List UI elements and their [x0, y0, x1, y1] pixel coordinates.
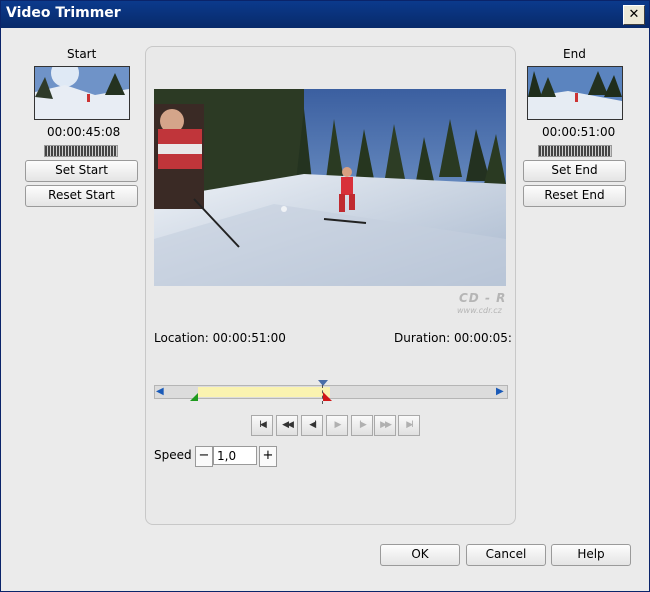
playhead-line	[322, 385, 325, 404]
scroll-left-arrow-icon[interactable]: ◀	[156, 386, 166, 398]
end-timecode: 00:00:51:00	[542, 125, 616, 139]
end-thumbnail	[527, 66, 623, 120]
title-bar[interactable]: Video Trimmer ✕	[1, 1, 649, 28]
speed-decrease-button[interactable]: −	[195, 446, 213, 467]
play-button[interactable]: ▶	[326, 415, 348, 436]
location-caption: Location:	[154, 331, 209, 345]
fast-forward-button[interactable]: ▶▶	[374, 415, 396, 436]
cancel-button[interactable]: Cancel	[466, 544, 546, 566]
set-end-button[interactable]: Set End	[523, 160, 626, 182]
playhead[interactable]	[318, 380, 328, 404]
duration-caption: Duration:	[394, 331, 451, 345]
reset-end-button[interactable]: Reset End	[523, 185, 626, 207]
help-button[interactable]: Help	[551, 544, 631, 566]
location-label: Location: 00:00:51:00	[154, 331, 286, 345]
trim-selection	[198, 387, 330, 397]
start-thumbnail	[34, 66, 130, 120]
speed-label: Speed	[154, 448, 192, 462]
ok-button[interactable]: OK	[380, 544, 460, 566]
rewind-button[interactable]: ◀◀	[276, 415, 298, 436]
start-timecode: 00:00:45:08	[47, 125, 121, 139]
end-level-meter	[538, 145, 612, 157]
watermark-logo-text: CD - R	[459, 291, 507, 305]
watermark-url: www.cdr.cz	[457, 306, 502, 315]
duration-label: Duration: 00:00:05:	[394, 331, 512, 345]
start-level-meter	[44, 145, 118, 157]
speed-increase-button[interactable]: +	[259, 446, 277, 467]
watermark: CD - R www.cdr.cz	[457, 291, 507, 315]
step-forward-button[interactable]: I▶	[351, 415, 373, 436]
step-back-button[interactable]: ◀I	[301, 415, 323, 436]
window-title: Video Trimmer	[6, 5, 121, 21]
end-label: End	[563, 47, 586, 61]
duration-value: 00:00:05:	[454, 331, 512, 345]
go-to-end-button[interactable]: ▶I	[398, 415, 420, 436]
start-label: Start	[67, 47, 97, 61]
close-button[interactable]: ✕	[623, 5, 645, 25]
go-to-start-button[interactable]: I◀	[251, 415, 273, 436]
location-value: 00:00:51:00	[212, 331, 286, 345]
reset-start-button[interactable]: Reset Start	[25, 185, 138, 207]
speed-input[interactable]	[213, 446, 257, 465]
video-preview	[154, 89, 506, 286]
in-point-marker[interactable]	[190, 393, 198, 401]
set-start-button[interactable]: Set Start	[25, 160, 138, 182]
scroll-right-arrow-icon[interactable]: ▶	[496, 386, 506, 398]
